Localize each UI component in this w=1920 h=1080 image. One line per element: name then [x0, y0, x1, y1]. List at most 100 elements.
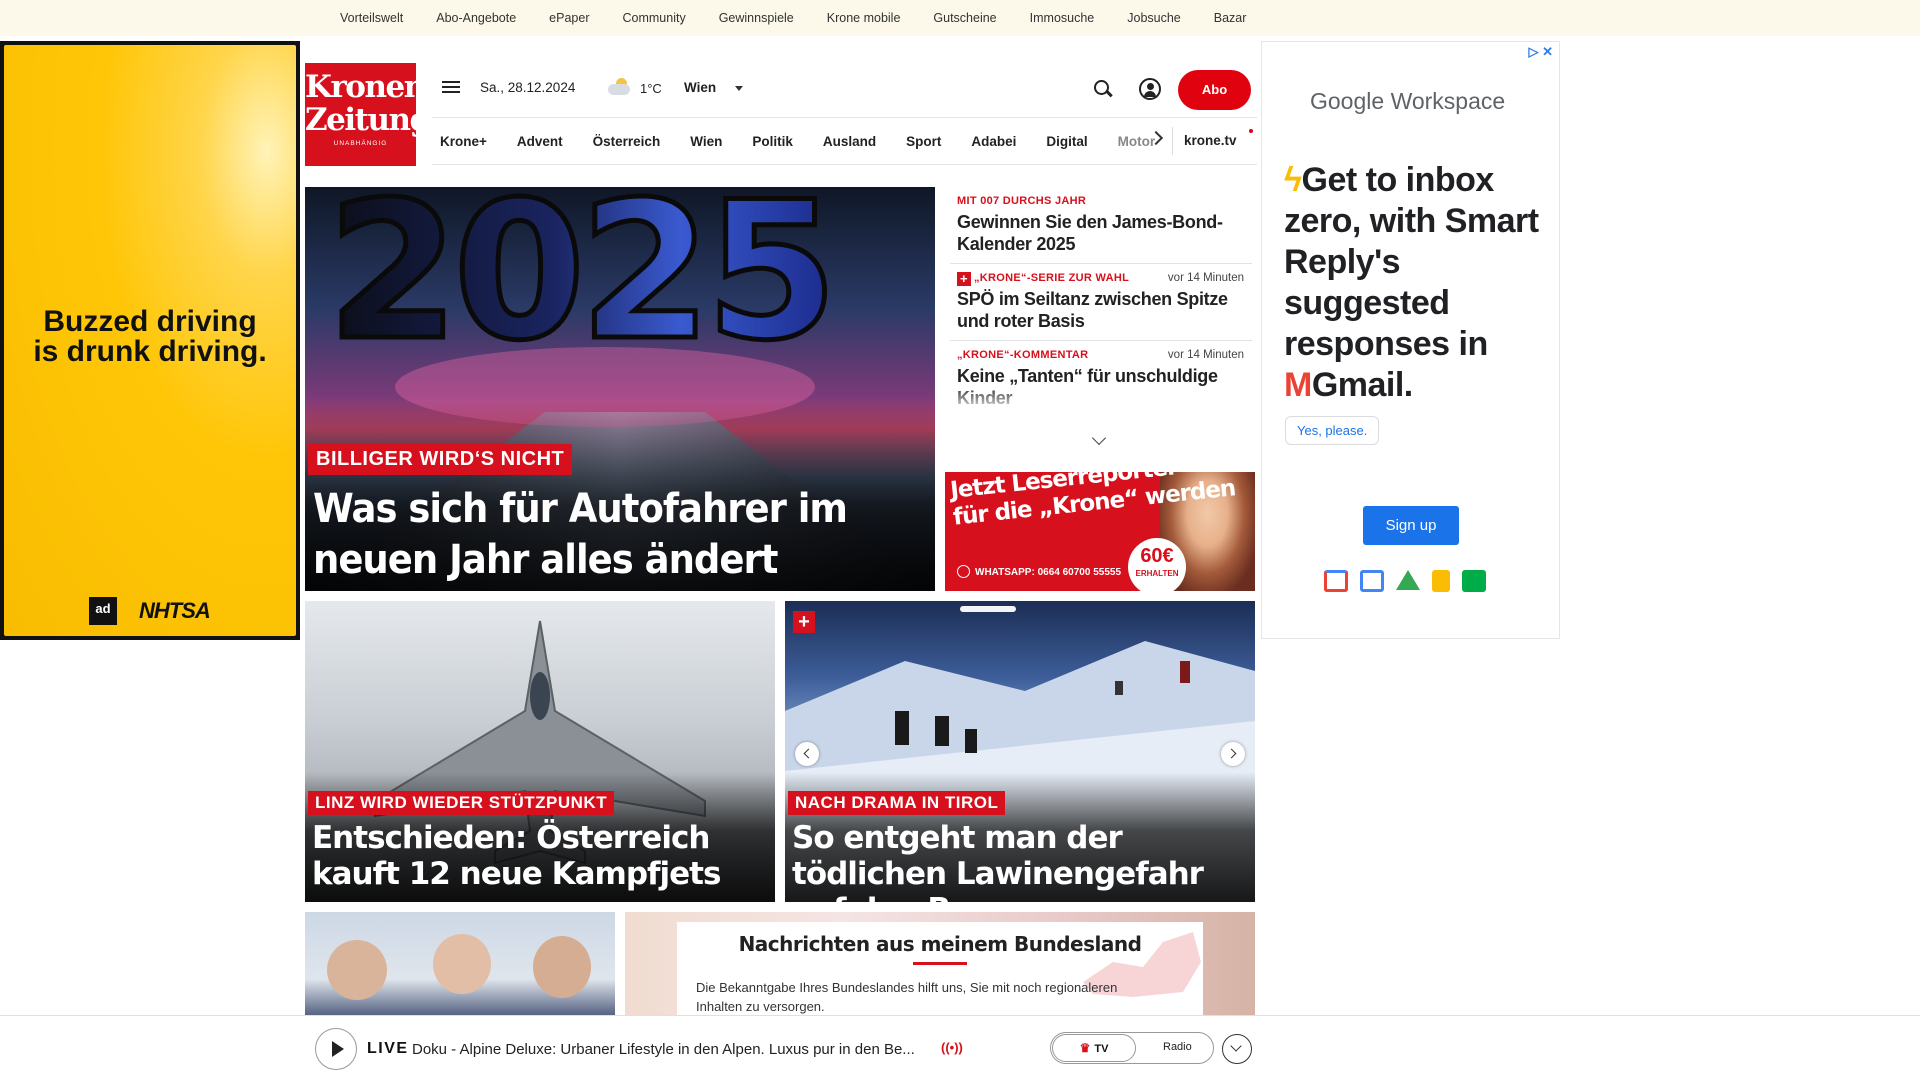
- hamburger-menu-icon[interactable]: [440, 78, 462, 98]
- news-list-item[interactable]: + „Krone“-Serie zur Wahl vor 14 Minuten S…: [950, 264, 1252, 341]
- left-ad-line-2: is drunk driving.: [33, 335, 267, 368]
- utility-link-gutscheine[interactable]: Gutscheine: [933, 11, 996, 25]
- utility-link-abo-angebote[interactable]: Abo-Angebote: [436, 11, 516, 25]
- workspace-app-icons: [1324, 570, 1486, 592]
- meet-app-icon: [1462, 570, 1486, 592]
- utility-link-jobsuche[interactable]: Jobsuche: [1127, 11, 1181, 25]
- utility-link-vorteilswelt[interactable]: Vorteilswelt: [340, 11, 403, 25]
- nav-item-advent[interactable]: Advent: [517, 134, 563, 149]
- logo-tagline: UNABHÄNGIG: [333, 140, 388, 147]
- carousel-pager[interactable]: [960, 606, 1016, 612]
- nav-item-sport[interactable]: Sport: [906, 134, 941, 149]
- hero-kicker: Billiger wird‘s nicht: [308, 444, 573, 475]
- search-icon[interactable]: [1092, 78, 1114, 100]
- utility-link-bazar[interactable]: Bazar: [1214, 11, 1247, 25]
- news-list-item[interactable]: „Krone“-Kommentar vor 14 Minuten Keine „…: [950, 341, 1252, 413]
- news-kicker: Mit 007 durchs Jahr: [957, 195, 1087, 207]
- weather-partly-cloudy-icon: [608, 78, 632, 96]
- card-title[interactable]: Entschieden: Österreich kauft 12 neue Ka…: [312, 820, 772, 892]
- left-skyscraper-ad[interactable]: Buzzed driving is drunk driving. ad NHTS…: [0, 41, 300, 640]
- google-workspace-logo: Google Workspace: [1310, 88, 1505, 115]
- news-list-expand-icon[interactable]: [1091, 430, 1107, 446]
- live-program-title[interactable]: Doku - Alpine Deluxe: Urbaner Lifestyle …: [412, 1041, 942, 1058]
- promo-badge: 60€ ERHALTEN: [1128, 538, 1186, 591]
- nav-item-digital[interactable]: Digital: [1046, 134, 1087, 149]
- bundesland-body: Die Bekanntgabe Ihres Bundeslandes hilft…: [696, 980, 1118, 1014]
- promo-badge-amount: 60€: [1140, 545, 1174, 567]
- bundesland-title-underline: [913, 962, 967, 965]
- ad-council-logo: ad: [89, 597, 117, 625]
- workspace-headline-text-a: Get to inbox zero, with Smart Reply's su…: [1284, 161, 1539, 363]
- left-ad-creative[interactable]: Buzzed driving is drunk driving. ad NHTS…: [4, 45, 296, 636]
- utility-link-community[interactable]: Community: [622, 11, 685, 25]
- promo-whatsapp: WHATSAPP: 0664 60700 55555: [957, 565, 1121, 578]
- card-title[interactable]: So entgeht man der tödlichen Lawinengefa…: [792, 820, 1252, 902]
- nav-item-wien[interactable]: Wien: [690, 134, 722, 149]
- radio-toggle-option[interactable]: Radio: [1163, 1041, 1192, 1053]
- calendar-app-icon: [1360, 570, 1384, 592]
- hero-2025-graphic: 2025: [327, 187, 832, 382]
- crown-icon: ♛: [1079, 1041, 1091, 1055]
- article-card-lawinengefahr[interactable]: + Nach Drama in Tirol So entgeht man der…: [785, 601, 1255, 902]
- nav-item-adabei[interactable]: Adabei: [971, 134, 1016, 149]
- workspace-headline-text-b: in: [1458, 325, 1489, 363]
- google-wordmark: Google: [1310, 88, 1385, 114]
- carousel-next-button[interactable]: [1221, 742, 1245, 766]
- news-timestamp: vor 14 Minuten: [1167, 272, 1244, 284]
- article-card-kampfjets[interactable]: Linz wird wieder Stützpunkt Entschieden:…: [305, 601, 775, 902]
- logo-line-2: Zeitung: [305, 102, 431, 138]
- adchoices-icon[interactable]: ▷ ✕: [1528, 44, 1553, 60]
- news-title[interactable]: SPÖ im Seiltanz zwischen Spitze und rote…: [950, 288, 1252, 332]
- kronen-zeitung-logo[interactable]: Kronen Zeitung UNABHÄNGIG: [305, 63, 431, 166]
- carousel-prev-button[interactable]: [795, 742, 819, 766]
- nav-item-politik[interactable]: Politik: [752, 134, 793, 149]
- krone-plus-icon: +: [793, 611, 815, 633]
- city-selector[interactable]: Wien: [684, 80, 716, 95]
- live-player-bar: LIVE Doku - Alpine Deluxe: Urbaner Lifes…: [305, 1015, 1255, 1080]
- yes-please-button[interactable]: Yes, please.: [1285, 416, 1380, 445]
- sign-up-button[interactable]: Sign up: [1363, 506, 1459, 545]
- abo-button[interactable]: Abo: [1178, 70, 1251, 110]
- leserreporter-promo[interactable]: Jetzt Leserreporter für die „Krone“ werd…: [945, 472, 1255, 591]
- section-nav: Krone+ Advent Österreich Wien Politik Au…: [432, 117, 1257, 165]
- hero-article[interactable]: 2025 Billiger wird‘s nicht Was sich für …: [305, 187, 935, 591]
- nav-item-krone-plus[interactable]: Krone+: [440, 134, 487, 149]
- account-icon[interactable]: [1139, 78, 1161, 100]
- right-google-workspace-ad[interactable]: ▷ ✕ Google Workspace ϟGet to inbox zero,…: [1261, 41, 1560, 639]
- broadcast-signal-icon: ((•)): [941, 1040, 963, 1055]
- news-timestamp: vor 14 Minuten: [1167, 349, 1244, 361]
- nav-divider: [1172, 127, 1173, 155]
- live-indicator-dot: [1249, 129, 1253, 133]
- card-kicker: Nach Drama in Tirol: [788, 791, 1006, 815]
- news-list-item[interactable]: Mit 007 durchs Jahr Gewinnen Sie den Jam…: [950, 187, 1252, 264]
- city-dropdown-icon[interactable]: [735, 86, 743, 91]
- utility-link-gewinnspiele[interactable]: Gewinnspiele: [719, 11, 794, 25]
- utility-link-immosuche[interactable]: Immosuche: [1030, 11, 1095, 25]
- top-utility-bar: Vorteilswelt Abo-Angebote ePaper Communi…: [0, 0, 1920, 36]
- chevron-down-icon[interactable]: [1222, 1034, 1252, 1064]
- current-date: Sa., 28.12.2024: [480, 80, 576, 95]
- left-ad-line-1: Buzzed driving: [43, 305, 257, 338]
- utility-link-krone-mobile[interactable]: Krone mobile: [827, 11, 901, 25]
- promo-whatsapp-number: WHATSAPP: 0664 60700 55555: [975, 567, 1122, 578]
- nav-item-ausland[interactable]: Ausland: [823, 134, 876, 149]
- news-title[interactable]: Keine „Tanten“ für unschuldige Kinder: [950, 365, 1252, 409]
- bundesland-title: Nachrichten aus meinem Bundesland: [738, 932, 1142, 956]
- tv-toggle-option[interactable]: ♛ TV: [1052, 1034, 1136, 1062]
- workspace-ad-headline: ϟGet to inbox zero, with Smart Reply's s…: [1284, 160, 1544, 406]
- krone-plus-icon: +: [957, 272, 971, 286]
- play-button[interactable]: [315, 1028, 357, 1070]
- nav-item-oesterreich[interactable]: Österreich: [593, 134, 661, 149]
- workspace-wordmark: Workspace: [1390, 88, 1506, 114]
- news-title[interactable]: Gewinnen Sie den James-Bond-Kalender 202…: [950, 211, 1252, 255]
- gmail-icon: M: [1284, 366, 1312, 404]
- workspace-headline-text-c: Gmail.: [1311, 366, 1413, 404]
- utility-link-epaper[interactable]: ePaper: [549, 11, 589, 25]
- header-row: Sa., 28.12.2024 1°C Wien Abo: [440, 70, 1255, 110]
- promo-badge-text: ERHALTEN: [1135, 569, 1179, 578]
- temperature: 1°C: [640, 81, 662, 96]
- hero-title[interactable]: Was sich für Autofahrer im neuen Jahr al…: [313, 483, 913, 585]
- nav-item-krone-tv[interactable]: krone.tv: [1184, 133, 1237, 148]
- tv-radio-toggle: ♛ TV Radio: [1050, 1032, 1214, 1064]
- utility-links: Vorteilswelt Abo-Angebote ePaper Communi…: [340, 0, 1279, 36]
